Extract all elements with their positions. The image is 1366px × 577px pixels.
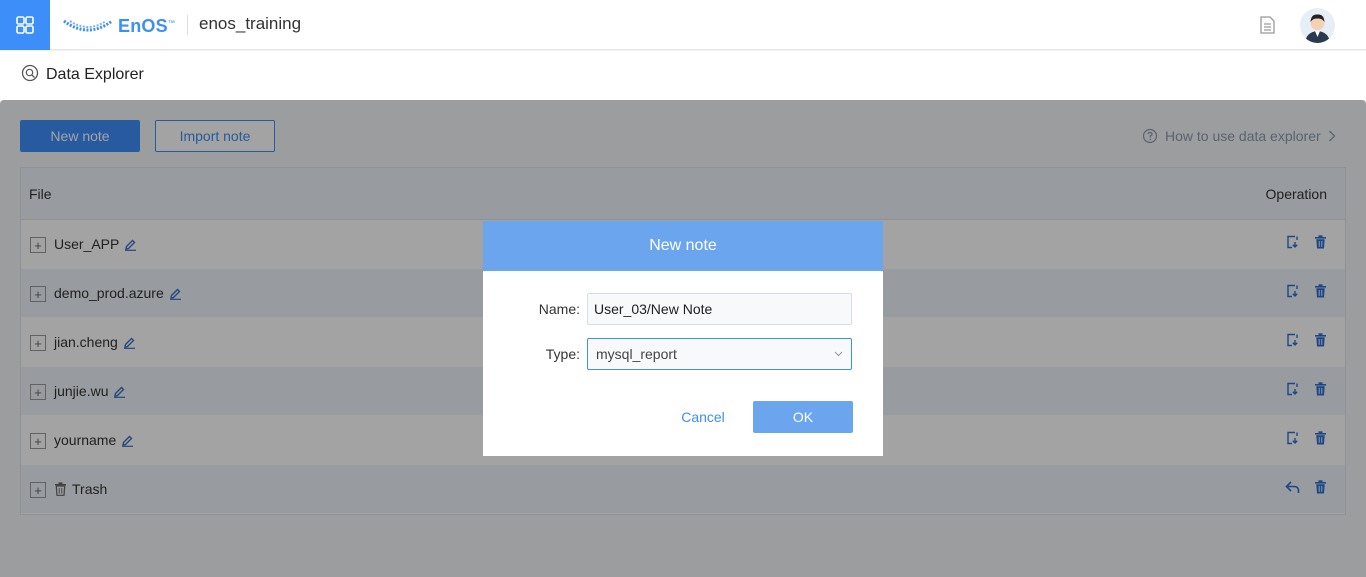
name-label: Name: [538, 301, 580, 317]
logo-text: EnOS™ [118, 15, 176, 36]
top-bar: EnOS™ enos_training [0, 0, 1366, 50]
new-note-dialog: New note Name: Type: mysql_report Cancel… [483, 221, 883, 456]
enos-logo-icon [63, 19, 113, 32]
page-header [0, 51, 1366, 100]
type-select-value: mysql_report [596, 346, 677, 362]
header-divider [187, 15, 188, 35]
note-name-input[interactable] [587, 293, 852, 325]
cancel-button[interactable]: Cancel [663, 401, 743, 433]
type-label: Type: [545, 346, 580, 362]
chevron-down-icon [834, 351, 843, 357]
enos-logo[interactable]: EnOS™ [62, 13, 175, 39]
type-select[interactable]: mysql_report [587, 338, 852, 370]
document-icon[interactable] [1257, 15, 1277, 40]
ok-button[interactable]: OK [753, 401, 853, 433]
app-launcher-button[interactable] [0, 0, 50, 50]
dialog-title: New note [483, 221, 883, 271]
data-explorer-icon [21, 64, 39, 82]
user-avatar[interactable] [1300, 8, 1335, 43]
workspace-name[interactable]: enos_training [199, 14, 301, 34]
grid-icon [16, 16, 34, 34]
page-title: Data Explorer [46, 66, 144, 83]
avatar-icon [1300, 8, 1335, 43]
